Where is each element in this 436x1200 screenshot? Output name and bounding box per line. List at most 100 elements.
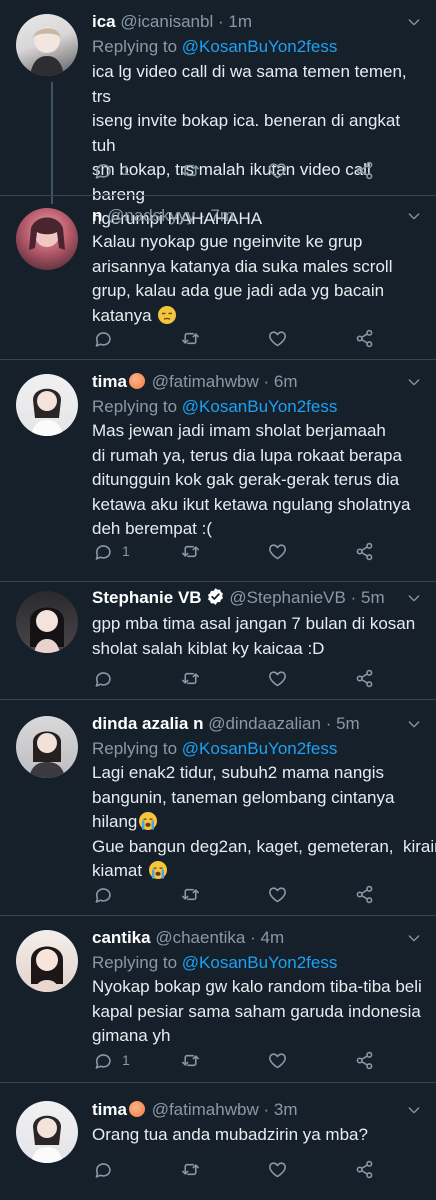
- like-button[interactable]: [267, 666, 288, 690]
- avatar[interactable]: [16, 591, 78, 653]
- reply-button[interactable]: 1: [92, 1048, 130, 1072]
- caret-down-icon[interactable]: [406, 590, 422, 606]
- retweet-icon: [180, 668, 201, 689]
- timestamp[interactable]: 7m: [210, 206, 234, 225]
- mention-link[interactable]: @KosanBuYon2fess: [182, 397, 338, 416]
- separator-dot: ·: [325, 714, 332, 733]
- reply-button[interactable]: [92, 1157, 113, 1181]
- reply-button[interactable]: [92, 326, 113, 350]
- tweet-header: n @nadskyyy · 7m: [92, 204, 396, 228]
- avatar[interactable]: [16, 374, 78, 436]
- share-icon: [354, 160, 375, 181]
- replying-to-label: Replying to: [92, 739, 182, 758]
- user-handle[interactable]: @nadskyyy: [107, 206, 195, 225]
- share-button[interactable]: [354, 1048, 375, 1072]
- reply-button[interactable]: [92, 882, 113, 906]
- timestamp[interactable]: 3m: [274, 1100, 298, 1119]
- reply-button[interactable]: 1: [92, 158, 130, 182]
- tweet-ica[interactable]: ica @icanisanbl · 1m Replying to @KosanB…: [0, 0, 436, 228]
- caret-down-icon[interactable]: [406, 374, 422, 390]
- user-handle[interactable]: @fatimahwbw: [152, 1100, 259, 1119]
- retweet-button[interactable]: [180, 1048, 201, 1072]
- display-name[interactable]: dinda azalia n: [92, 714, 203, 733]
- retweet-icon: [180, 328, 201, 349]
- tweet-header: tima @fatimahwbw · 3m: [92, 1098, 396, 1122]
- crying-face-icon: [151, 867, 164, 879]
- like-button[interactable]: [267, 1048, 288, 1072]
- like-icon: [267, 160, 288, 181]
- share-button[interactable]: [354, 158, 375, 182]
- user-handle[interactable]: @chaentika: [155, 928, 245, 947]
- display-name[interactable]: cantika: [92, 928, 151, 947]
- peach-emoji: [128, 373, 145, 389]
- display-name[interactable]: tima: [92, 1100, 127, 1119]
- tweet-actions: [92, 1157, 392, 1181]
- caret-down-icon[interactable]: [406, 14, 422, 30]
- retweet-icon: [180, 884, 201, 905]
- caret-down-icon[interactable]: [406, 1102, 422, 1118]
- retweet-button[interactable]: [180, 539, 201, 563]
- timestamp[interactable]: 5m: [336, 714, 360, 733]
- avatar-stephanie-image: [30, 607, 64, 653]
- reply-button[interactable]: [92, 666, 113, 690]
- timestamp[interactable]: 4m: [261, 928, 285, 947]
- retweet-button[interactable]: [180, 1157, 201, 1181]
- tweet-text-fragment: hilang: [92, 812, 138, 831]
- display-name[interactable]: n: [92, 206, 102, 225]
- share-button[interactable]: [354, 1157, 375, 1181]
- user-handle[interactable]: @icanisanbl: [120, 12, 213, 31]
- retweet-icon: [180, 1159, 201, 1180]
- tweet-text-line: Lagi enak2 tidur, subuh2 mama nangis: [92, 763, 385, 782]
- user-handle[interactable]: @fatimahwbw: [152, 372, 259, 391]
- like-button[interactable]: [267, 1157, 288, 1181]
- retweet-button[interactable]: [180, 326, 201, 350]
- display-name[interactable]: Stephanie VB: [92, 588, 202, 607]
- tweet-dinda[interactable]: dinda azalia n @dindaazalian · 5m Replyi…: [0, 700, 436, 915]
- like-button[interactable]: [267, 326, 288, 350]
- timestamp[interactable]: 6m: [274, 372, 298, 391]
- tweet-header: tima @fatimahwbw · 6m: [92, 370, 396, 394]
- share-button[interactable]: [354, 882, 375, 906]
- retweet-button[interactable]: [180, 666, 201, 690]
- mention-link[interactable]: @KosanBuYon2fess: [182, 37, 338, 56]
- like-button[interactable]: [267, 158, 288, 182]
- timestamp[interactable]: 1m: [228, 12, 252, 31]
- retweet-button[interactable]: [180, 882, 201, 906]
- tweet-n[interactable]: n @nadskyyy · 7m Kalau nyokap gue ngeinv…: [0, 196, 436, 359]
- tweet-tima-2[interactable]: tima @fatimahwbw · 3m Orang tua anda mub…: [0, 1083, 436, 1200]
- loudly-crying-face-emoji: [139, 812, 158, 830]
- caret-down-icon[interactable]: [406, 930, 422, 946]
- avatar[interactable]: [16, 930, 78, 992]
- tweet-cantika[interactable]: cantika @chaentika · 4m Replying to @Kos…: [0, 916, 436, 1082]
- avatar[interactable]: [16, 208, 78, 270]
- display-name[interactable]: tima: [92, 372, 127, 391]
- tweet-tima[interactable]: tima @fatimahwbw · 6m Replying to @Kosan…: [0, 360, 436, 581]
- avatar[interactable]: [16, 716, 78, 778]
- avatar[interactable]: [16, 14, 78, 76]
- timestamp[interactable]: 5m: [361, 588, 385, 607]
- avatar[interactable]: [16, 1101, 78, 1163]
- caret-down-icon[interactable]: [406, 208, 422, 224]
- like-button[interactable]: [267, 539, 288, 563]
- share-button[interactable]: [354, 666, 375, 690]
- mention-link[interactable]: @KosanBuYon2fess: [182, 953, 338, 972]
- tweet-actions: 1: [92, 539, 392, 563]
- avatar-cantika-image: [31, 946, 63, 992]
- user-handle[interactable]: @dindaazalian: [208, 714, 321, 733]
- mention-link[interactable]: @KosanBuYon2fess: [182, 739, 338, 758]
- retweet-icon: [180, 1050, 201, 1071]
- share-button[interactable]: [354, 326, 375, 350]
- retweet-button[interactable]: [180, 158, 201, 182]
- avatar-tima-image: [31, 388, 63, 436]
- tweet-stephanie[interactable]: Stephanie VB @StephanieVB · 5m gpp mba t…: [0, 582, 436, 699]
- share-button[interactable]: [354, 539, 375, 563]
- replying-to: Replying to @KosanBuYon2fess: [92, 395, 337, 419]
- share-icon: [354, 668, 375, 689]
- reply-button[interactable]: 1: [92, 539, 130, 563]
- caret-down-icon[interactable]: [406, 716, 422, 732]
- display-name[interactable]: ica: [92, 12, 116, 31]
- pensive-face-icon: [162, 312, 173, 320]
- reply-count: 1: [122, 1052, 130, 1068]
- like-button[interactable]: [267, 882, 288, 906]
- user-handle[interactable]: @StephanieVB: [229, 588, 346, 607]
